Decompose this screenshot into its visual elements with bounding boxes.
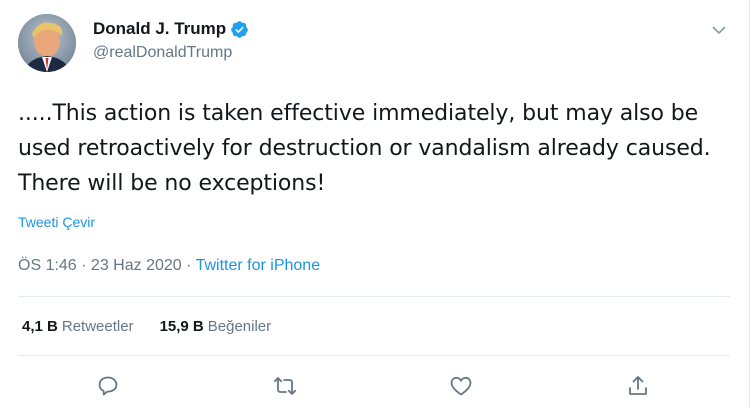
- verified-badge-icon: [230, 20, 249, 39]
- avatar-image: [18, 14, 76, 72]
- share-icon[interactable]: [626, 374, 650, 398]
- avatar[interactable]: [18, 14, 76, 72]
- tweet-time[interactable]: ÖS 1:46: [18, 257, 77, 274]
- likes-label: Beğeniler: [207, 318, 272, 335]
- meta-separator: ·: [181, 257, 196, 274]
- reply-icon[interactable]: [96, 374, 120, 398]
- likes-count: 15,9 B: [159, 318, 204, 335]
- tweet-source-link[interactable]: Twitter for iPhone: [196, 257, 321, 274]
- divider: [18, 296, 730, 297]
- tweet-date[interactable]: 23 Haz 2020: [91, 257, 182, 274]
- tweet-metadata: ÖS 1:46 · 23 Haz 2020 · Twitter for iPho…: [18, 256, 320, 276]
- tweet-text: .....This action is taken effective imme…: [18, 101, 711, 196]
- retweets-count: 4,1 B: [22, 318, 58, 335]
- author-display-name[interactable]: Donald J. Trump: [93, 18, 226, 40]
- tweet-card: Donald J. Trump @realDonaldTrump .....Th…: [0, 0, 750, 408]
- retweets-stat[interactable]: 4,1 B Retweetler: [22, 317, 134, 337]
- action-bar: [0, 374, 750, 400]
- author-name-row[interactable]: Donald J. Trump: [93, 18, 249, 40]
- divider: [18, 355, 730, 356]
- engagement-stats: 4,1 B Retweetler 15,9 B Beğeniler: [22, 317, 271, 337]
- likes-stat[interactable]: 15,9 B Beğeniler: [160, 317, 272, 337]
- author-handle[interactable]: @realDonaldTrump: [93, 43, 249, 63]
- author-block: Donald J. Trump @realDonaldTrump: [93, 18, 249, 63]
- translate-tweet-link[interactable]: Tweeti Çevir: [18, 214, 95, 230]
- retweet-icon[interactable]: [273, 374, 297, 398]
- meta-separator: ·: [76, 257, 91, 274]
- chevron-down-icon[interactable]: [711, 22, 727, 38]
- retweets-label: Retweetler: [61, 318, 134, 335]
- like-icon[interactable]: [449, 374, 473, 398]
